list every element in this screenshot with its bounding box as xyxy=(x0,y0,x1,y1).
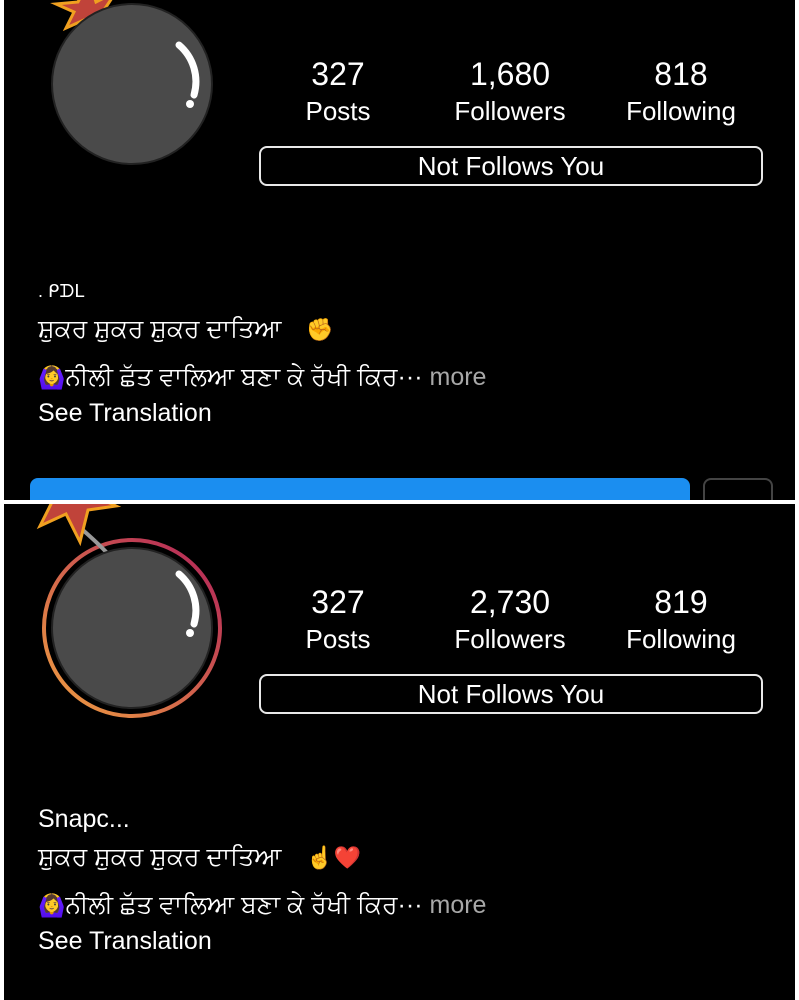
woman-gesturing-emoji-icon: 🙆‍♀️ xyxy=(38,365,66,390)
followers-label: Followers xyxy=(454,96,566,126)
bio-line-2: 🙆‍♀️ਨੀਲੀ ਛੱਤ ਵਾਲਿਆ ਬਣਾ ਕੇ ਰੱਖੀ ਕਿਰ··· mo… xyxy=(38,362,486,393)
see-translation-link[interactable]: See Translation xyxy=(38,398,212,428)
bio-line-1: ਸ਼ੁਕਰ ਸ਼ੁਕਰ ਸ਼ੁਕਰ ਦਾਤਿਆ ✊ xyxy=(38,314,334,345)
following-stat[interactable]: 818 Following xyxy=(601,56,761,126)
profile-screenshot-before: 327 Posts 1,680 Followers 818 Following … xyxy=(4,0,795,500)
bio-line-2: 🙆‍♀️ਨੀਲੀ ਛੱਤ ਵਾਲਿਆ ਬਣਾ ਕੇ ਰੱਖੀ ਕਿਰ··· mo… xyxy=(38,890,486,921)
following-stat[interactable]: 819 Following xyxy=(601,584,761,654)
posts-label: Posts xyxy=(305,624,371,654)
posts-label: Posts xyxy=(305,96,371,126)
bio-line-2-text: ਨੀਲੀ ਛੱਤ ਵਾਲਿਆ ਬਣਾ ਕੇ ਰੱਖੀ ਕਿਰ··· xyxy=(65,891,423,919)
posts-stat[interactable]: 327 Posts xyxy=(258,584,418,654)
see-translation-link[interactable]: See Translation xyxy=(38,926,212,956)
bio-line-1: ਸ਼ੁਕਰ ਸ਼ੁਕਰ ਸ਼ੁਕਰ ਦਾਤਿਆ ☝️❤️ xyxy=(38,842,361,873)
explosion-star-icon xyxy=(36,504,122,547)
posts-count: 327 xyxy=(311,584,365,620)
followers-label: Followers xyxy=(454,624,566,654)
bio-line-1-text: ਸ਼ੁਕਰ ਸ਼ੁਕਰ ਸ਼ੁਕਰ ਦਾਤਿਆ xyxy=(38,315,282,343)
bomb-avatar[interactable] xyxy=(4,504,244,744)
posts-count: 327 xyxy=(311,56,365,92)
more-link[interactable]: more xyxy=(430,363,487,391)
follow-status-button[interactable]: Not Follows You xyxy=(259,146,763,186)
fist-emoji-icon: ✊ xyxy=(306,317,334,342)
following-label: Following xyxy=(626,96,736,126)
followers-stat[interactable]: 2,730 Followers xyxy=(430,584,590,654)
follow-button[interactable] xyxy=(30,478,690,500)
pointing-up-heart-emoji-icon: ☝️❤️ xyxy=(306,845,362,870)
following-count: 818 xyxy=(654,56,708,92)
posts-stat[interactable]: 327 Posts xyxy=(258,56,418,126)
following-label: Following xyxy=(626,624,736,654)
following-count: 819 xyxy=(654,584,708,620)
woman-gesturing-emoji-icon: 🙆‍♀️ xyxy=(38,893,66,918)
bomb-avatar[interactable] xyxy=(4,0,244,240)
bio-line-1-text: ਸ਼ੁਕਰ ਸ਼ੁਕਰ ਸ਼ੁਕਰ ਦਾਤਿਆ xyxy=(38,843,282,871)
bio-line-2-text: ਨੀਲੀ ਛੱਤ ਵਾਲਿਆ ਬਣਾ ਕੇ ਰੱਖੀ ਕਿਰ··· xyxy=(65,363,423,391)
more-link[interactable]: more xyxy=(430,891,487,919)
followers-stat[interactable]: 1,680 Followers xyxy=(430,56,590,126)
profile-screenshot-after: 327 Posts 2,730 Followers 819 Following … xyxy=(4,504,795,1000)
profile-name: . ᑭᗪᒪ xyxy=(38,281,85,301)
more-options-button[interactable] xyxy=(703,478,773,500)
followers-count: 1,680 xyxy=(469,56,551,92)
follow-status-button[interactable]: Not Follows You xyxy=(259,674,763,714)
profile-name: Snapc... xyxy=(38,805,130,833)
followers-count: 2,730 xyxy=(469,584,551,620)
